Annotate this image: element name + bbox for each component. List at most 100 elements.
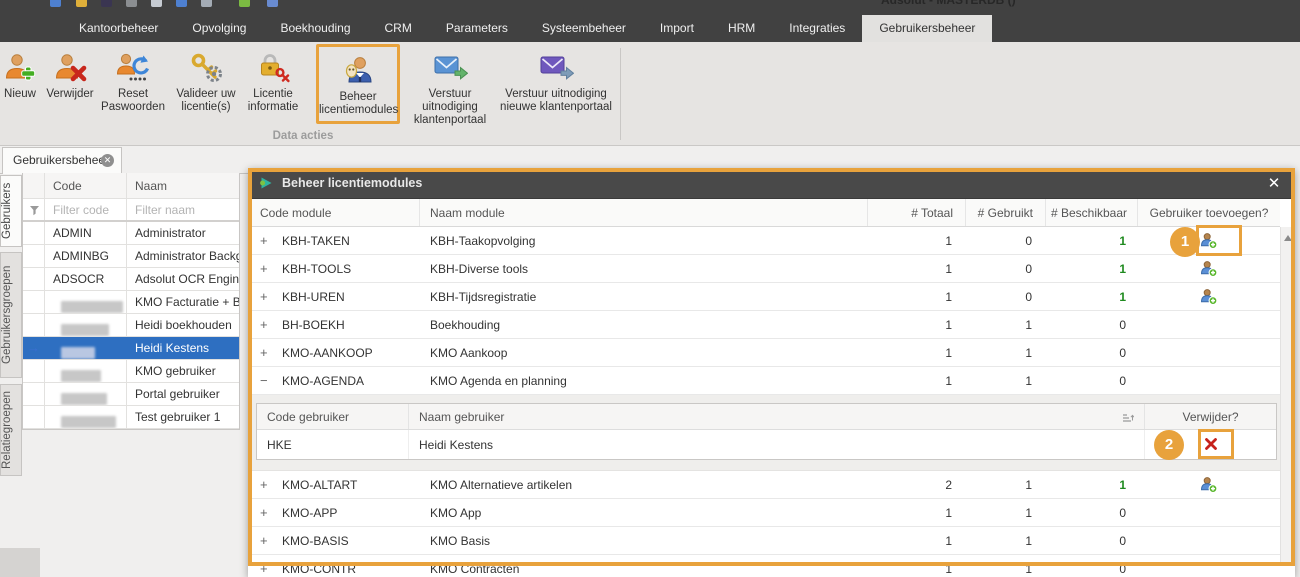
ribbon-button-nieuw[interactable]: Nieuw [0, 46, 40, 142]
user-row-portal-gebruiker[interactable]: Portal gebruiker [23, 383, 239, 406]
ribbon-tab-kantoorbeheer[interactable]: Kantoorbeheer [62, 15, 175, 42]
adsolut-logo-icon [258, 175, 274, 196]
user-row-test-gebruiker-1[interactable]: Test gebruiker 1 [23, 406, 239, 429]
quick-access-icon-9[interactable] [267, 0, 278, 7]
ribbon-tab-import[interactable]: Import [643, 15, 711, 42]
module-used: 1 [966, 367, 1046, 394]
ribbon-tab-parameters[interactable]: Parameters [429, 15, 525, 42]
side-tab-relatiegroepen[interactable]: Relatiegroepen [0, 384, 22, 476]
add-user-icon[interactable] [1200, 288, 1218, 305]
module-add-cell [1138, 311, 1280, 338]
module-row-kmo-app[interactable]: +KMO-APPKMO App110 [248, 499, 1280, 527]
ribbon-button-reset-paswoorden[interactable]: Reset Paswoorden [100, 46, 166, 142]
key-gear-icon [189, 52, 223, 84]
ribbon-tab-boekhouding[interactable]: Boekhouding [263, 15, 367, 42]
module-available: 0 [1046, 311, 1138, 338]
column-header-code-gebruiker[interactable]: Code gebruiker [257, 404, 409, 429]
add-user-icon[interactable] [1200, 476, 1218, 493]
side-tab-gebruikers[interactable]: Gebruikers [0, 175, 22, 247]
quick-access-icon-2[interactable] [76, 0, 87, 7]
module-row-kmo-agenda[interactable]: −KMO-AGENDAKMO Agenda en planning110 [248, 367, 1280, 395]
quick-access-icon-3[interactable] [101, 0, 112, 7]
document-tab-close-icon[interactable]: ✕ [101, 154, 114, 167]
column-header-totaal[interactable]: # Totaal [868, 199, 966, 226]
user-row-kmo-facturatie-bo-[interactable]: KMO Facturatie + Bo... [23, 291, 239, 314]
column-header-naam[interactable]: Naam [127, 173, 239, 198]
ribbon-button-licentie-informatie[interactable]: Licentie informatie [244, 46, 302, 142]
filter-code-input[interactable] [53, 203, 122, 217]
remove-user-icon[interactable] [1204, 437, 1218, 451]
quick-access-icon-7[interactable] [201, 0, 212, 7]
module-used: 1 [966, 311, 1046, 338]
module-row-kmo-basis[interactable]: +KMO-BASISKMO Basis110 [248, 527, 1280, 555]
add-user-icon[interactable] [1200, 232, 1218, 249]
ribbon-tab-hrm[interactable]: HRM [711, 15, 772, 42]
ribbon-tab-crm[interactable]: CRM [368, 15, 429, 42]
module-row-kbh-tools[interactable]: +KBH-TOOLSKBH-Diverse tools101 [248, 255, 1280, 283]
column-header-code[interactable]: Code [45, 173, 127, 198]
module-row-kmo-contr[interactable]: +KMO-CONTRKMO Contracten110 [248, 555, 1280, 577]
modules-scrollbar[interactable] [1280, 227, 1295, 562]
column-header-gebruikt[interactable]: # Gebruikt [966, 199, 1046, 226]
module-user-row-hke[interactable]: HKEHeidi Kestens [257, 430, 1276, 459]
expand-icon[interactable]: + [260, 345, 272, 360]
module-row-kbh-uren[interactable]: +KBH-URENKBH-Tijdsregistratie101 [248, 283, 1280, 311]
user-row-ADSOCR[interactable]: ADSOCRAdsolut OCR Engine [23, 268, 239, 291]
document-tab-label: Gebruikersbeheer [13, 153, 109, 167]
module-row-kmo-altart[interactable]: +KMO-ALTARTKMO Alternatieve artikelen211 [248, 471, 1280, 499]
expand-icon[interactable]: + [260, 561, 272, 576]
ribbon-button-valideer-licentie[interactable]: Valideer uw licentie(s) [170, 46, 242, 142]
module-name: KMO Aankoop [420, 339, 868, 366]
quick-access-icon-8[interactable] [239, 0, 250, 7]
expand-icon[interactable]: + [260, 261, 272, 276]
collapse-icon[interactable]: − [260, 373, 272, 388]
expand-icon[interactable]: + [260, 505, 272, 520]
expand-icon[interactable]: + [260, 533, 272, 548]
module-row-kbh-taken[interactable]: +KBH-TAKENKBH-Taakopvolging101 [248, 227, 1280, 255]
ribbon-button-beheer-licentiemodules[interactable]: Beheer licentiemodules [316, 44, 400, 124]
module-name: KMO Basis [420, 527, 868, 554]
side-tab-gebruikersgroepen[interactable]: Gebruikersgroepen [0, 252, 22, 378]
module-code: BH-BOEKH [248, 311, 420, 338]
column-header-gebruiker-toevoegen[interactable]: Gebruiker toevoegen? [1138, 199, 1280, 226]
column-header-code-module[interactable]: Code module [248, 199, 420, 226]
scroll-up-arrow-icon[interactable] [1284, 235, 1292, 241]
user-row-ADMIN[interactable]: ADMINAdministrator [23, 222, 239, 245]
row-indicator [23, 314, 45, 336]
column-header-naam-module[interactable]: Naam module [420, 199, 868, 226]
user-row-heidi-kestens[interactable]: →Heidi Kestens [23, 337, 239, 360]
add-user-icon[interactable] [1200, 260, 1218, 277]
column-header-naam-gebruiker[interactable]: Naam gebruiker [409, 404, 1145, 429]
ribbon-tab-opvolging[interactable]: Opvolging [175, 15, 263, 42]
column-header-beschikbaar[interactable]: # Beschikbaar [1046, 199, 1138, 226]
ribbon-tab-gebruikersbeheer[interactable]: Gebruikersbeheer [862, 15, 992, 42]
filter-naam-input[interactable] [135, 203, 234, 217]
document-tab-gebruikersbeheer[interactable]: Gebruikersbeheer ✕ [2, 147, 122, 174]
user-row-ADMINBG[interactable]: ADMINBGAdministrator Backgr... [23, 245, 239, 268]
module-total: 1 [868, 255, 966, 282]
quick-access-icon-1[interactable] [50, 0, 61, 7]
quick-access-icon-5[interactable] [151, 0, 162, 7]
expand-icon[interactable]: + [260, 317, 272, 332]
ribbon-button-verstuur-uitnodiging-nieuwe-klantenportaal[interactable]: Verstuur uitnodiging nieuwe klantenporta… [498, 46, 614, 142]
user-row-kmo-gebruiker[interactable]: KMO gebruiker [23, 360, 239, 383]
expand-icon[interactable]: + [260, 289, 272, 304]
module-used: 1 [966, 555, 1046, 577]
expand-icon[interactable]: + [260, 233, 272, 248]
dialog-titlebar[interactable]: Beheer licentiemodules ✕ [248, 168, 1295, 199]
quick-access-icon-4[interactable] [126, 0, 137, 7]
user-row-heidi-boekhouden[interactable]: Heidi boekhouden [23, 314, 239, 337]
user-code-redacted [45, 406, 127, 428]
expand-icon[interactable]: + [260, 477, 272, 492]
ribbon-tab-integraties[interactable]: Integraties [772, 15, 862, 42]
module-row-bh-boekh[interactable]: +BH-BOEKHBoekhouding110 [248, 311, 1280, 339]
module-add-cell [1138, 339, 1280, 366]
module-row-kmo-aankoop[interactable]: +KMO-AANKOOPKMO Aankoop110 [248, 339, 1280, 367]
ribbon-button-verstuur-uitnodiging-klantenportaal[interactable]: Verstuur uitnodiging klantenportaal [402, 46, 498, 142]
user-mask-icon [341, 55, 375, 87]
ribbon-tab-systeembeheer[interactable]: Systeembeheer [525, 15, 643, 42]
dialog-close-icon[interactable]: ✕ [1263, 173, 1285, 195]
ribbon-button-verwijder[interactable]: Verwijder [40, 46, 100, 142]
column-header-verwijder[interactable]: Verwijder? [1145, 404, 1276, 429]
quick-access-icon-6[interactable] [176, 0, 187, 7]
